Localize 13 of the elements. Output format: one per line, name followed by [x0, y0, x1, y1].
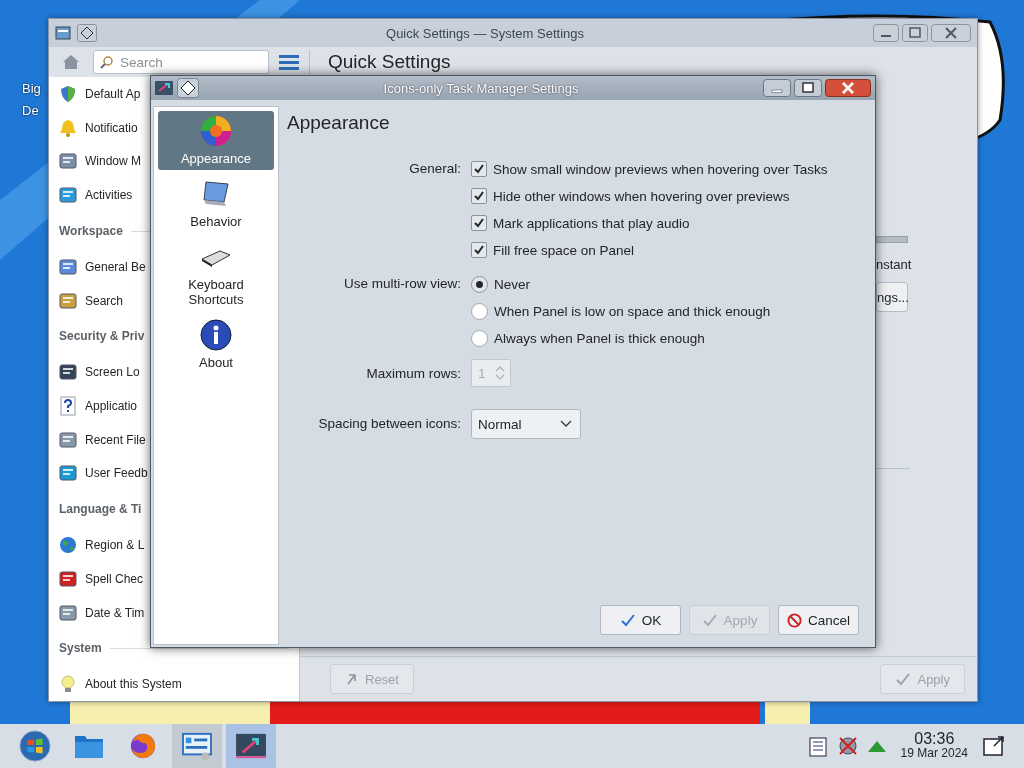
page-heading: Quick Settings: [328, 51, 451, 73]
section-header: Language & Ti: [59, 502, 142, 517]
section-header: Workspace: [59, 224, 123, 238]
form-label: Spacing between icons:: [317, 415, 461, 433]
window-title: Icons-only Task Manager Settings: [382, 80, 580, 96]
form-label: General:: [408, 160, 461, 178]
section-header: Security & Priv: [59, 329, 145, 344]
form-label: Maximum rows:: [365, 365, 461, 383]
page-heading: Appearance: [287, 112, 391, 134]
form-label: Use multi-row view:: [342, 275, 461, 293]
slider-label: nstant: [876, 257, 912, 272]
section-header: System: [59, 641, 102, 656]
window-title: Quick Settings — System Settings: [385, 25, 585, 41]
